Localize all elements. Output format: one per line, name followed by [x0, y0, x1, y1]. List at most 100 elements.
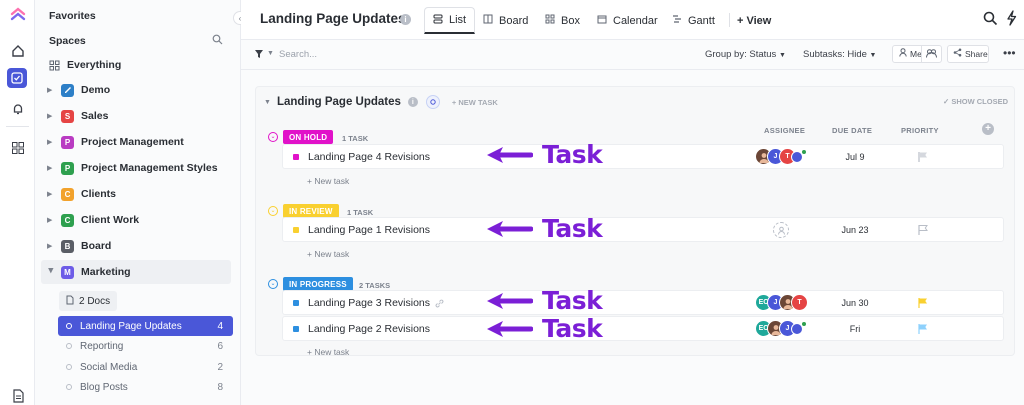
top-bar: Landing Page Updates i List Board Box Ca… — [241, 0, 1024, 40]
priority-flag-icon[interactable] — [917, 323, 929, 335]
sidebar-item-clients[interactable]: ▶ C Clients — [35, 182, 241, 206]
docs-chip[interactable]: 2 Docs — [59, 291, 117, 311]
clickup-logo-icon[interactable] — [8, 6, 27, 25]
home-icon[interactable] — [8, 41, 27, 60]
column-due-date[interactable]: DUE DATE — [832, 126, 872, 135]
add-column-icon[interactable]: + — [982, 123, 994, 135]
show-closed-toggle[interactable]: ✓ SHOW CLOSED — [943, 97, 1008, 106]
sidebar-item-demo[interactable]: ▶ Demo — [35, 78, 241, 102]
list-settings-icon[interactable] — [425, 95, 440, 109]
expand-caret-icon[interactable]: ▶ — [47, 190, 55, 198]
table-row[interactable]: Landing Page 3 Revisions EC J T Jun 30 — [282, 290, 1004, 315]
due-date[interactable]: Fri — [830, 324, 880, 334]
tab-label: Calendar — [613, 14, 658, 27]
search-icon[interactable] — [983, 11, 998, 29]
table-row[interactable]: Landing Page 1 Revisions Jun 23 — [282, 217, 1004, 242]
new-task-link[interactable]: + New task — [307, 249, 349, 259]
info-icon[interactable]: i — [400, 14, 411, 25]
task-count: 1 TASK — [342, 134, 369, 143]
tab-list[interactable]: List — [424, 7, 476, 34]
status-square-icon[interactable] — [293, 227, 299, 233]
new-task-link[interactable]: + New task — [307, 176, 349, 186]
collapse-group-icon[interactable]: ⌄ — [268, 279, 278, 289]
expand-caret-icon[interactable]: ▶ — [47, 86, 55, 94]
task-annotation: Task — [542, 214, 603, 243]
collapse-list-icon[interactable]: ▼ — [264, 99, 271, 106]
board-view-icon — [483, 14, 493, 27]
expand-caret-icon[interactable]: ▶ — [47, 138, 55, 146]
expand-caret-icon[interactable]: ▶ — [47, 242, 55, 250]
list-item-landing-page-updates[interactable]: Landing Page Updates 4 — [58, 316, 233, 336]
priority-flag-icon[interactable] — [917, 297, 929, 309]
status-square-icon[interactable] — [293, 300, 299, 306]
column-priority[interactable]: PRIORITY — [901, 126, 939, 135]
spaces-header[interactable]: Spaces — [35, 29, 241, 53]
sidebar-item-marketing[interactable]: ▶ M Marketing — [41, 260, 231, 284]
dashboard-icon[interactable] — [8, 138, 27, 157]
table-row[interactable]: Landing Page 2 Revisions EC J Fri — [282, 316, 1004, 341]
expand-caret-icon[interactable]: ▶ — [47, 216, 55, 224]
tab-gantt[interactable]: Gantt — [672, 7, 715, 34]
automation-bolt-icon[interactable] — [1006, 10, 1017, 29]
list-item-social-media[interactable]: Social Media 2 — [58, 357, 233, 377]
sidebar-item-client-work[interactable]: ▶ C Client Work — [35, 208, 241, 232]
due-date[interactable]: Jul 9 — [830, 152, 880, 162]
new-task-link[interactable]: + NEW TASK — [452, 98, 498, 107]
column-assignee[interactable]: ASSIGNEE — [764, 126, 805, 135]
list-item-reporting[interactable]: Reporting 6 — [58, 336, 233, 356]
add-assignee-icon[interactable] — [773, 222, 789, 238]
task-name[interactable]: Landing Page 2 Revisions — [308, 323, 430, 335]
status-square-icon[interactable] — [293, 154, 299, 160]
sidebar-item-project-management[interactable]: ▶ P Project Management — [35, 130, 241, 154]
status-square-icon[interactable] — [293, 326, 299, 332]
task-annotation: Task — [542, 140, 603, 169]
due-date[interactable]: Jun 30 — [830, 298, 880, 308]
list-info-icon[interactable]: i — [407, 97, 418, 107]
task-name[interactable]: Landing Page 1 Revisions — [308, 224, 430, 236]
share-button[interactable]: Share — [947, 45, 989, 63]
list-content: ▼ Landing Page Updates i + NEW TASK ✓ SH… — [241, 70, 1024, 405]
collapse-group-icon[interactable]: ⌄ — [268, 132, 278, 142]
table-row[interactable]: Landing Page 4 Revisions J T Jul 9 — [282, 144, 1004, 169]
sidebar-item-board[interactable]: ▶ B Board — [35, 234, 241, 258]
expand-caret-icon[interactable]: ▶ — [47, 164, 55, 172]
task-name[interactable]: Landing Page 4 Revisions — [308, 151, 430, 163]
space-label: Board — [81, 240, 112, 252]
me-filter-button[interactable]: Me — [892, 45, 942, 63]
search-input[interactable]: Search... — [279, 49, 317, 60]
search-spaces-icon[interactable] — [212, 34, 223, 48]
due-date[interactable]: Jun 23 — [830, 225, 880, 235]
list-dot-icon — [66, 384, 72, 390]
gantt-icon — [672, 14, 682, 27]
toolbar: ▼ Search... Group by: Status ▼ Subtasks:… — [241, 40, 1024, 70]
docs-icon[interactable] — [8, 386, 27, 405]
sidebar-item-project-management-styles[interactable]: ▶ P Project Management Styles — [35, 156, 241, 180]
tab-box[interactable]: Box — [545, 7, 580, 34]
list-item-blog-posts[interactable]: Blog Posts 8 — [58, 377, 233, 397]
link-icon[interactable] — [435, 299, 444, 311]
favorites-header[interactable]: Favorites — [35, 4, 241, 28]
tasks-icon[interactable] — [7, 68, 27, 88]
collapse-caret-icon[interactable]: ▶ — [47, 268, 55, 276]
group-by-dropdown[interactable]: Group by: Status ▼ — [705, 49, 786, 60]
more-options-icon[interactable]: ••• — [1003, 46, 1016, 60]
sidebar-item-sales[interactable]: ▶ S Sales — [35, 104, 241, 128]
filter-icon[interactable] — [254, 49, 264, 62]
status-badge: IN PROGRESS — [283, 277, 353, 291]
task-name[interactable]: Landing Page 3 Revisions — [308, 297, 430, 309]
bell-icon[interactable] — [8, 99, 27, 118]
tab-calendar[interactable]: Calendar — [597, 7, 658, 34]
priority-flag-icon[interactable] — [917, 224, 929, 236]
priority-flag-icon[interactable] — [917, 151, 929, 163]
add-view-button[interactable]: + View — [737, 7, 771, 34]
avatar[interactable]: T — [791, 294, 808, 311]
docs-label: 2 Docs — [79, 295, 111, 307]
sidebar-item-everything[interactable]: Everything — [35, 53, 241, 77]
expand-caret-icon[interactable]: ▶ — [47, 112, 55, 120]
new-task-link[interactable]: + New task — [307, 347, 349, 357]
tab-board[interactable]: Board — [483, 7, 528, 34]
collapse-group-icon[interactable]: ⌄ — [268, 206, 278, 216]
list-dot-icon — [66, 343, 72, 349]
subtasks-dropdown[interactable]: Subtasks: Hide ▼ — [803, 49, 876, 60]
filter-dropdown-icon[interactable]: ▼ — [267, 50, 274, 57]
